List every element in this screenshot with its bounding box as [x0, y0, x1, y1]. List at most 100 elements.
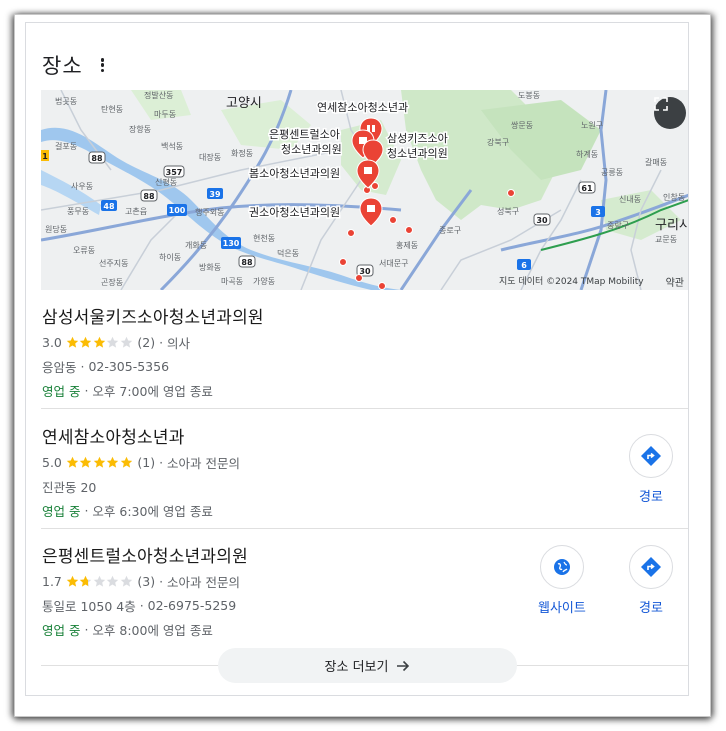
place-listing[interactable]: 연세참소아청소년과 5.0 (1) · 소아과 전문의 진관동 20 영업 중 … — [42, 423, 688, 520]
map-label: 선주지동 — [99, 259, 128, 268]
star-icon — [66, 575, 79, 587]
map-pin-label[interactable]: 봄소아청소년과의원 — [248, 166, 342, 182]
map-label: 갈매동 — [645, 158, 667, 167]
map-canvas: 정발산동 탄현동 법곳동 마두동 장항동 백석동 걸포동 대장동 화정동 사우동… — [41, 90, 688, 290]
map-pin-label[interactable]: 권소아청소년과의원 — [248, 205, 342, 221]
more-places-label: 장소 더보기 — [324, 660, 389, 675]
directions-label[interactable]: 경로 — [639, 486, 663, 505]
map-label: 노원구 — [581, 121, 603, 130]
place-address-line: 통일로 1050 4층 · 02-6975-5259 — [42, 598, 237, 614]
arrow-right-icon — [397, 660, 410, 671]
directions-button[interactable]: 경로 — [629, 545, 673, 616]
map-label: 화정동 — [231, 148, 253, 158]
place-name[interactable]: 은평센트럴소아청소년과의원 — [42, 542, 688, 567]
review-count: (2) — [137, 335, 156, 350]
place-address-line: 진관동 20 — [42, 477, 688, 496]
places-map[interactable]: 정발산동 탄현동 법곳동 마두동 장항동 백석동 걸포동 대장동 화정동 사우동… — [41, 90, 688, 290]
star-icon — [93, 575, 106, 587]
map-label: 하이동 — [159, 252, 181, 262]
review-count: (3) — [137, 574, 156, 589]
rating-value: 5.0 — [42, 455, 62, 470]
closing-time: 오후 7:00에 영업 종료 — [92, 384, 213, 399]
map-dot[interactable] — [347, 229, 355, 237]
map-label: 하계동 — [576, 149, 598, 159]
section-header: 장소 — [42, 50, 107, 80]
map-label: 마두동 — [154, 110, 176, 119]
map-label: 공릉동 — [601, 168, 623, 177]
place-category: 의사 — [167, 336, 191, 351]
star-icon — [107, 575, 119, 587]
open-status: 영업 중 — [42, 384, 81, 399]
road-shield: 130 — [223, 239, 240, 248]
map-pin-label[interactable]: 청소년과의원 — [386, 146, 450, 162]
map-dot[interactable] — [339, 258, 347, 266]
map-dot[interactable] — [355, 274, 363, 282]
map-dot[interactable] — [507, 189, 515, 197]
map-label: 신내동 — [619, 195, 641, 204]
places-panel: 장소 정발산동 탄현동 법곳동 마두동 장항동 백석동 걸포동 대장동 화정동 … — [25, 22, 689, 696]
map-label: 장항동 — [129, 124, 151, 134]
globe-icon[interactable] — [539, 545, 584, 589]
website-button[interactable]: 웹사이트 — [538, 545, 586, 616]
place-hours-line: 영업 중 · 오후 6:30에 영업 종료 — [42, 503, 213, 519]
star-icon — [66, 336, 79, 348]
map-label: 탄현동 — [101, 104, 123, 114]
map-label: 홍제동 — [396, 240, 418, 250]
directions-button[interactable]: 경로 — [629, 434, 673, 505]
more-places-button[interactable]: 장소 더보기 — [218, 648, 517, 683]
map-label: 신평동 — [155, 177, 177, 187]
open-status: 영업 중 — [42, 623, 81, 638]
map-label: 풍무동 — [67, 207, 89, 216]
star-icon — [120, 336, 133, 348]
map-label: 쌍문동 — [511, 120, 533, 130]
open-status: 영업 중 — [42, 504, 81, 519]
star-icon — [120, 575, 133, 587]
map-label: 고촌읍 — [125, 207, 147, 216]
map-pin-label[interactable]: 은평센트럴소아 — [268, 127, 342, 143]
star-icon — [80, 456, 92, 468]
rating-value: 3.0 — [42, 335, 62, 350]
rating-value: 1.7 — [42, 574, 62, 589]
directions-icon[interactable] — [629, 434, 673, 478]
road-shield: 88 — [143, 192, 155, 201]
map-pin-label[interactable]: 청소년과의원 — [280, 142, 344, 158]
star-icon — [93, 336, 106, 348]
website-label[interactable]: 웹사이트 — [538, 597, 586, 616]
directions-label[interactable]: 경로 — [639, 597, 663, 616]
map-label: 강북구 — [487, 137, 509, 147]
star-icon — [66, 456, 79, 468]
road-shield: 357 — [166, 168, 183, 177]
divider — [41, 408, 688, 409]
map-dot[interactable] — [405, 226, 413, 234]
map-label: 방화동 — [199, 262, 221, 272]
star-icon — [80, 575, 92, 587]
road-shield: 88 — [91, 154, 103, 163]
road-shield: 61 — [581, 184, 593, 193]
place-address-line: 응암동 · 02-305-5356 — [42, 359, 170, 375]
star-rating — [66, 575, 134, 588]
map-terms-link[interactable]: 약관 — [666, 274, 684, 289]
map-label: 개화동 — [185, 240, 207, 250]
place-phone: 02-6975-5259 — [147, 598, 237, 613]
place-name[interactable]: 연세참소아청소년과 — [42, 423, 688, 448]
road-shield: 88 — [241, 258, 253, 267]
expand-icon[interactable] — [654, 97, 686, 129]
place-hours-line: 영업 중 · 오후 8:00에 영업 종료 — [42, 622, 213, 638]
star-rating — [66, 456, 134, 469]
map-pin-label[interactable]: 삼성키즈소아 — [386, 131, 450, 147]
road-shield: 6 — [521, 261, 527, 270]
map-label: 사우동 — [71, 182, 93, 191]
place-rating-line: 1.7 (3) · 소아과 전문의 — [42, 574, 241, 590]
map-label: 도봉동 — [518, 91, 540, 100]
place-name[interactable]: 삼성서울키즈소아청소년과의원 — [42, 303, 688, 328]
place-rating-line: 3.0 (2) · 의사 — [42, 335, 191, 351]
place-listing[interactable]: 은평센트럴소아청소년과의원 1.7 (3) · 소아과 전문의 통일로 1050… — [42, 542, 688, 639]
directions-icon[interactable] — [629, 545, 673, 589]
map-pin-label[interactable]: 연세참소아청소년과 — [316, 100, 410, 116]
place-listing[interactable]: 삼성서울키즈소아청소년과의원 3.0 (2) · 의사 응암동 · 02-305… — [42, 303, 688, 400]
map-dot[interactable] — [378, 282, 386, 290]
kebab-menu-icon[interactable] — [99, 57, 107, 73]
closing-time: 오후 6:30에 영업 종료 — [92, 504, 213, 519]
map-dot[interactable] — [389, 216, 397, 224]
review-count: (1) — [137, 455, 156, 470]
